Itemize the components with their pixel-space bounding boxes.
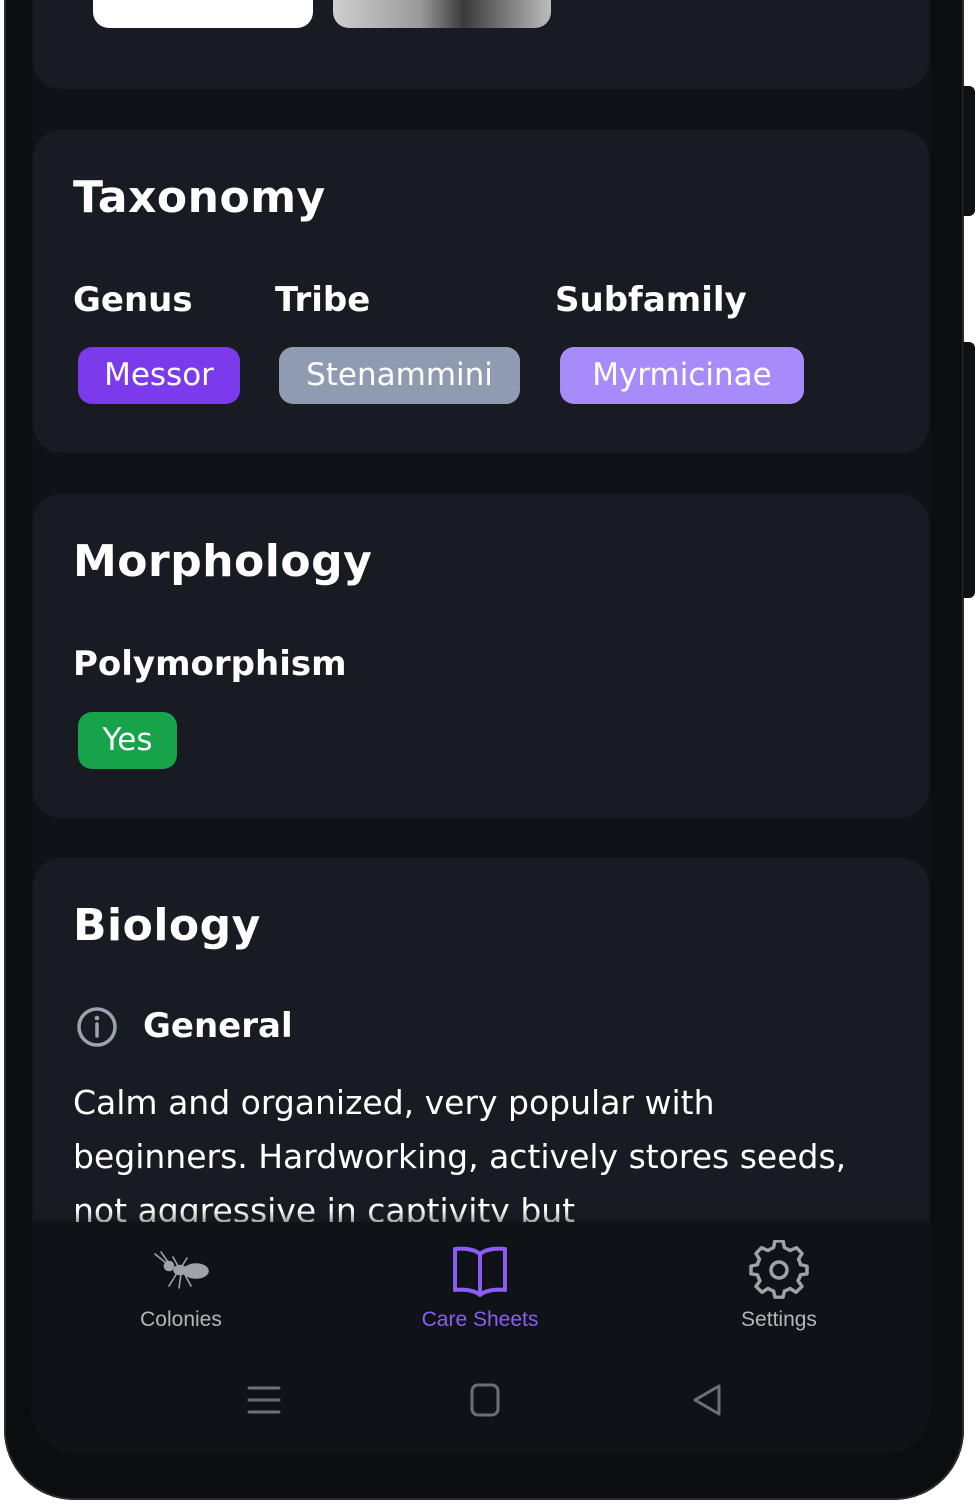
nav-colonies-label: Colonies xyxy=(140,1308,222,1331)
bottom-navigation: Colonies Care Sheets Settings xyxy=(31,1222,931,1352)
app-screen: Taxonomy Genus Messor Tribe Stenammini S… xyxy=(31,0,931,1454)
biology-title: Biology xyxy=(73,900,261,951)
nav-care-sheets-label: Care Sheets xyxy=(421,1308,539,1331)
subfamily-label: Subfamily xyxy=(555,280,747,320)
tribe-label: Tribe xyxy=(275,280,371,320)
recent-apps-icon[interactable] xyxy=(244,1380,284,1420)
species-photo-thumbnail[interactable] xyxy=(333,0,551,28)
nav-settings[interactable]: Settings xyxy=(679,1222,879,1342)
morphology-card: Morphology Polymorphism Yes xyxy=(33,494,929,818)
info-icon xyxy=(77,1007,117,1047)
back-icon[interactable] xyxy=(687,1380,727,1420)
tribe-chip[interactable]: Stenammini xyxy=(279,347,520,404)
home-icon[interactable] xyxy=(465,1380,505,1420)
volume-button xyxy=(963,86,975,216)
ant-icon xyxy=(154,1251,209,1289)
nav-care-sheets[interactable]: Care Sheets xyxy=(380,1222,580,1342)
subfamily-chip[interactable]: Myrmicinae xyxy=(560,347,804,404)
book-icon xyxy=(453,1246,507,1297)
species-images-card xyxy=(33,0,929,89)
genus-label: Genus xyxy=(73,280,193,320)
polymorphism-label: Polymorphism xyxy=(73,644,347,684)
system-navigation-bar xyxy=(31,1352,931,1452)
gear-icon xyxy=(749,1240,809,1299)
general-label: General xyxy=(143,1006,293,1046)
taxonomy-card: Taxonomy Genus Messor Tribe Stenammini S… xyxy=(33,130,929,453)
nav-colonies[interactable]: Colonies xyxy=(81,1222,281,1342)
nav-settings-label: Settings xyxy=(741,1308,817,1331)
species-image-thumbnail[interactable] xyxy=(93,0,313,28)
genus-chip[interactable]: Messor xyxy=(78,347,240,404)
morphology-title: Morphology xyxy=(73,536,373,587)
polymorphism-chip: Yes xyxy=(78,712,177,769)
taxonomy-title: Taxonomy xyxy=(73,172,326,223)
power-button xyxy=(963,342,975,598)
